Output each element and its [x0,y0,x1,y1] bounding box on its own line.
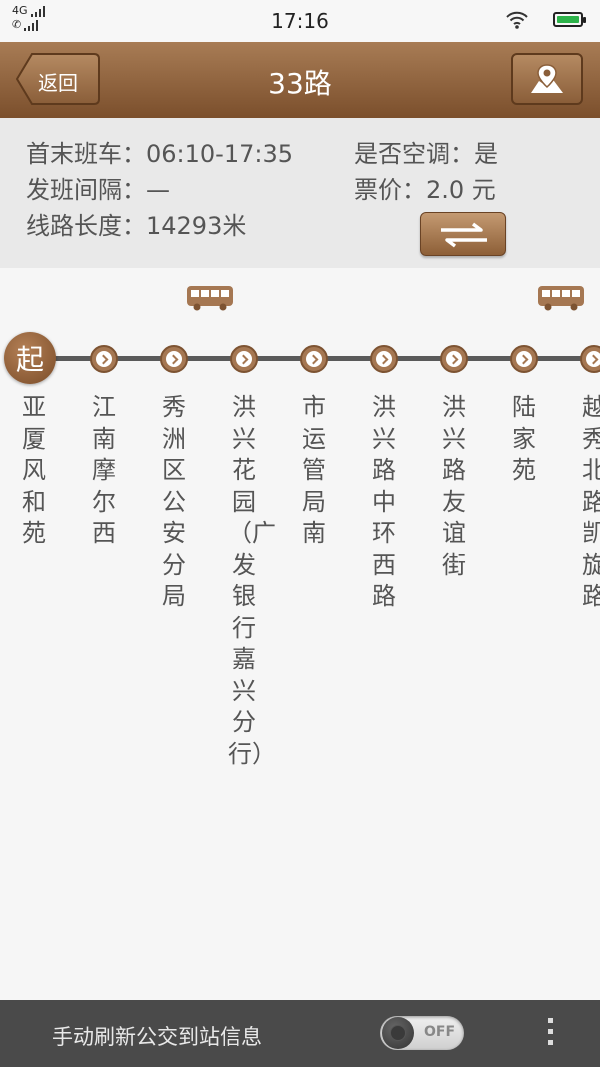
station-name[interactable]: 市运管局南 [298,392,330,550]
bus-icon [538,286,584,311]
wifi-icon [506,11,528,29]
station-node[interactable] [230,345,258,373]
swap-arrows-icon [441,222,487,248]
bottom-bar: 手动刷新公交到站信息 OFF [0,1000,600,1067]
route-info-panel: 首末班车：06:10-17:35 发班间隔：— 线路长度：14293米 是否空调… [0,118,600,268]
nav-bar: 返回 33路 [0,42,600,118]
station-name[interactable]: 洪兴花园（广发银行嘉兴分行） [228,392,276,770]
air-conditioning: 是否空调：是 [354,140,498,168]
station-name[interactable]: 秀洲区公安分局 [158,392,190,613]
map-button[interactable] [511,53,583,105]
station-node[interactable] [510,345,538,373]
first-last-bus: 首末班车：06:10-17:35 [26,140,293,168]
route-length: 线路长度：14293米 [26,212,247,240]
more-vertical-icon[interactable] [540,1014,560,1054]
toggle-knob [382,1017,414,1049]
station-name[interactable]: 洪兴路友谊街 [438,392,470,581]
station-node[interactable] [160,345,188,373]
station-node[interactable] [580,345,600,373]
toggle-label: OFF [424,1024,456,1040]
refresh-label: 手动刷新公交到站信息 [52,1025,262,1049]
station-name[interactable]: 越秀北路凯旋路 [578,392,600,613]
fare: 票价：2.0 元 [354,176,496,204]
map-pin-icon [531,64,563,93]
station-node[interactable] [370,345,398,373]
station-node[interactable] [440,345,468,373]
status-bar: 4G ✆ 17:16 [0,0,600,42]
station-name[interactable]: 亚厦风和苑 [18,392,50,550]
start-station-marker: 起 [4,332,56,384]
station-name[interactable]: 陆家苑 [508,392,540,487]
station-name[interactable]: 江南摩尔西 [88,392,120,550]
swap-direction-button[interactable] [420,212,506,256]
route-diagram[interactable]: 起 亚厦风和苑 江南摩尔西 秀洲区公安分局 洪兴花园（广发银行嘉兴分行） 市运管局南 洪兴… [0,268,600,1000]
station-node[interactable] [300,345,328,373]
station-node[interactable] [90,345,118,373]
departure-interval: 发班间隔：— [26,176,170,204]
station-name[interactable]: 洪兴路中环西路 [368,392,400,613]
page-title: 33路 [268,67,332,100]
refresh-toggle[interactable]: OFF [380,1016,464,1050]
bus-icon [187,286,233,311]
battery-icon [553,12,586,27]
